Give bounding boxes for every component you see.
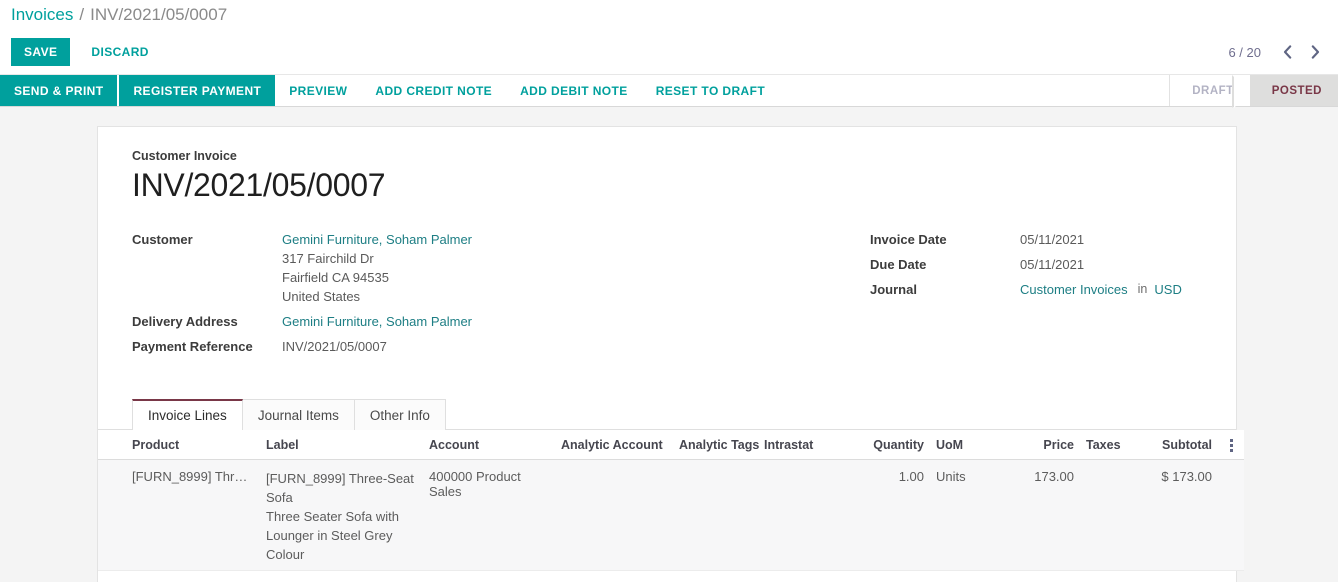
column-header-quantity[interactable]: Quantity [850,430,930,460]
add-credit-note-button[interactable]: ADD CREDIT NOTE [361,75,506,106]
journal-in-label: in [1137,282,1148,296]
table-header-row: Product Label Account Analytic Account A… [98,430,1244,460]
tab-journal-items[interactable]: Journal Items [241,399,355,430]
send-and-print-button[interactable]: SEND & PRINT [0,75,118,106]
cell-analytic-account[interactable] [555,459,673,571]
field-delivery-address-value[interactable]: Gemini Furniture, Soham Palmer [282,312,472,331]
breadcrumb-separator: / [79,5,85,24]
field-payment-reference-value[interactable]: INV/2021/05/0007 [282,337,387,356]
notebook-tabs: Invoice Lines Journal Items Other Info [98,398,1236,430]
field-delivery-address-label: Delivery Address [132,314,238,329]
column-header-uom[interactable]: UoM [930,430,1002,460]
reset-to-draft-button[interactable]: RESET TO DRAFT [642,75,779,106]
field-journal: Journal Customer Invoices in USD [870,280,1202,299]
document-type-label: Customer Invoice [132,149,237,163]
cell-label-line-1: [FURN_8999] Three-Seat [266,471,414,486]
field-invoice-date: Invoice Date 05/11/2021 [870,230,1202,249]
notebook: Invoice Lines Journal Items Other Info P… [98,398,1244,571]
tab-invoice-lines[interactable]: Invoice Lines [132,399,243,430]
pager-count: 6 / 20 [1228,44,1261,60]
cell-analytic-tags[interactable] [673,459,758,571]
cell-label-line-2: Sofa [266,490,293,505]
field-payment-reference: Payment Reference INV/2021/05/0007 [132,337,667,356]
chevron-right-icon[interactable] [1303,40,1327,64]
field-customer: Customer Gemini Furniture, Soham Palmer … [132,230,667,306]
field-due-date: Due Date 05/11/2021 [870,255,1202,274]
cell-account[interactable]: 400000 Product Sales [423,459,555,571]
customer-address-line-3: United States [282,289,361,304]
field-group-right: Invoice Date 05/11/2021 Due Date 05/11/2… [667,230,1202,362]
page-title: INV/2021/05/0007 [132,167,386,203]
field-customer-value[interactable]: Gemini Furniture, Soham Palmer [282,230,472,249]
action-statusbar: SEND & PRINT REGISTER PAYMENT PREVIEW AD… [0,74,1338,108]
cell-quantity[interactable]: 1.00 [850,459,930,571]
add-debit-note-button[interactable]: ADD DEBIT NOTE [506,75,642,106]
column-header-product[interactable]: Product [98,430,260,460]
record-pager: 6 / 20 [1228,40,1327,64]
cell-uom[interactable]: Units [930,459,1002,571]
cell-label[interactable]: [FURN_8999] Three-Seat Sofa Three Seater… [260,459,423,571]
column-header-taxes[interactable]: Taxes [1080,430,1128,460]
column-header-analytic-tags[interactable]: Analytic Tags [673,430,759,460]
cell-subtotal[interactable]: $ 173.00 [1128,459,1218,571]
field-group-left: Customer Gemini Furniture, Soham Palmer … [132,230,667,362]
field-invoice-date-label: Invoice Date [870,232,947,247]
column-header-subtotal[interactable]: Subtotal [1128,430,1218,460]
field-customer-label: Customer [132,232,193,247]
column-header-intrastat[interactable]: Intrastat [758,430,850,460]
register-payment-button[interactable]: REGISTER PAYMENT [117,75,276,106]
kebab-menu-icon[interactable] [1224,438,1238,452]
customer-address-line-2: Fairfield CA 94535 [282,270,389,285]
form-page: Customer Invoice INV/2021/05/0007 Custom… [0,107,1338,582]
field-journal-value[interactable]: Customer Invoices [1020,280,1128,299]
cell-intrastat[interactable] [758,459,850,571]
record-control-bar: SAVE DISCARD 6 / 20 [0,30,1338,74]
cell-taxes[interactable] [1080,459,1128,571]
cell-product-text: [FURN_8999] Three-Seat … [132,469,254,484]
column-header-price[interactable]: Price [1002,430,1080,460]
tab-other-info[interactable]: Other Info [353,399,446,430]
column-header-label[interactable]: Label [260,430,423,460]
optional-columns-toggle[interactable] [1218,430,1244,460]
field-journal-label: Journal [870,282,917,297]
action-buttons: SEND & PRINT REGISTER PAYMENT PREVIEW AD… [0,75,779,106]
field-invoice-date-value[interactable]: 05/11/2021 [1020,230,1084,249]
invoice-lines-table: Product Label Account Analytic Account A… [98,430,1244,571]
customer-address-line-1: 317 Fairchild Dr [282,251,374,266]
save-button[interactable]: SAVE [11,38,71,66]
field-groups: Customer Gemini Furniture, Soham Palmer … [132,230,1202,362]
table-row[interactable]: [FURN_8999] Three-Seat … [FURN_8999] Thr… [98,459,1244,571]
field-currency-value[interactable]: USD [1154,280,1181,299]
discard-button[interactable]: DISCARD [78,38,161,66]
preview-button[interactable]: PREVIEW [275,75,361,106]
field-due-date-label: Due Date [870,257,927,272]
cell-label-line-4: Lounger in Steel Grey [266,528,393,543]
stage-ribbon: DRAFT POSTED [1169,75,1338,108]
stage-posted[interactable]: POSTED [1231,75,1338,108]
breadcrumb-root-link[interactable]: Invoices [11,5,73,25]
field-due-date-value[interactable]: 05/11/2021 [1020,255,1084,274]
cell-price[interactable]: 173.00 [1002,459,1080,571]
cell-optional-spacer [1218,459,1244,571]
cell-label-line-5: Colour [266,547,305,562]
chevron-left-icon[interactable] [1275,40,1299,64]
field-delivery-address: Delivery Address Gemini Furniture, Soham… [132,312,667,331]
field-payment-reference-label: Payment Reference [132,339,253,354]
breadcrumb: Invoices / INV/2021/05/0007 [0,0,1338,30]
cell-product[interactable]: [FURN_8999] Three-Seat … [98,459,260,571]
cell-label-line-3: Three Seater Sofa with [266,509,399,524]
column-header-account[interactable]: Account [423,430,555,460]
column-header-analytic-account[interactable]: Analytic Account [555,430,673,460]
breadcrumb-current: INV/2021/05/0007 [90,5,228,24]
invoice-sheet: Customer Invoice INV/2021/05/0007 Custom… [97,126,1244,582]
